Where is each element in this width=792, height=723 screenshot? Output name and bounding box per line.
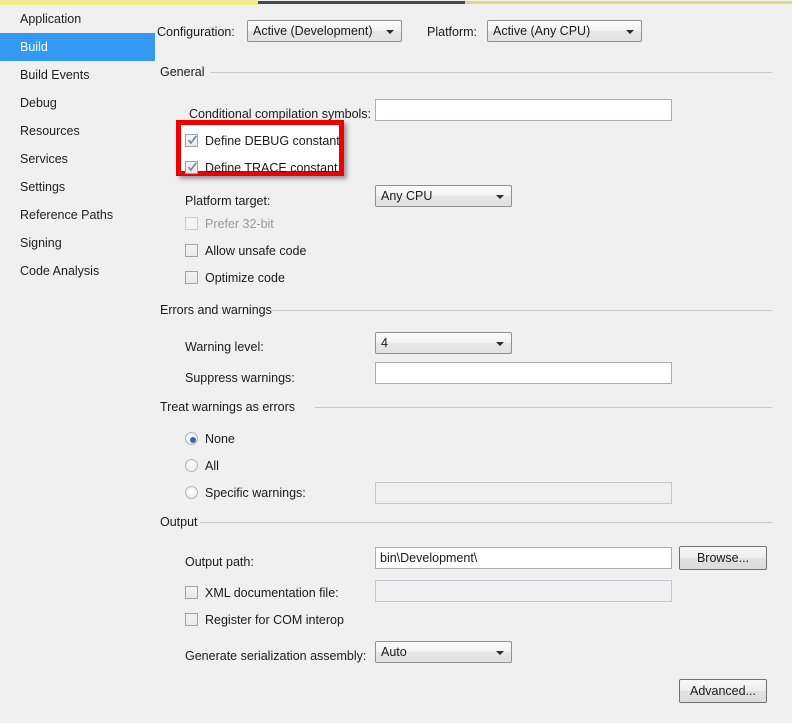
sidebar-item-label: Build Events bbox=[20, 68, 90, 82]
errors-warnings-group-title: Errors and warnings bbox=[160, 303, 279, 317]
sidebar-item-reference-paths[interactable]: Reference Paths bbox=[0, 201, 155, 229]
group-divider bbox=[210, 72, 772, 73]
platform-target-label: Platform target: bbox=[185, 194, 271, 208]
sidebar-item-build-events[interactable]: Build Events bbox=[0, 61, 155, 89]
sidebar-item-label: Settings bbox=[20, 180, 66, 194]
accent-strip-right bbox=[465, 1, 792, 4]
checkbox-box bbox=[185, 161, 198, 174]
checkbox-box bbox=[185, 244, 198, 257]
platform-select[interactable]: Active (Any CPU) bbox=[487, 20, 642, 42]
sidebar-item-debug[interactable]: Debug bbox=[0, 89, 155, 117]
chevron-down-icon bbox=[496, 651, 504, 655]
checkbox-box bbox=[185, 613, 198, 626]
radio-selected-dot bbox=[189, 436, 196, 443]
sidebar-item-application[interactable]: Application bbox=[0, 5, 155, 33]
warning-level-label: Warning level: bbox=[185, 340, 264, 354]
platform-label: Platform: bbox=[427, 25, 478, 39]
treat-warnings-group-title: Treat warnings as errors bbox=[160, 400, 302, 414]
sidebar-item-resources[interactable]: Resources bbox=[0, 117, 155, 145]
output-path-input[interactable]: bin\Development\ bbox=[375, 547, 672, 569]
allow-unsafe-code-label: Allow unsafe code bbox=[205, 244, 307, 258]
specific-warnings-input bbox=[375, 482, 672, 504]
serialization-assembly-value: Auto bbox=[381, 645, 407, 659]
prefer-32bit-label: Prefer 32-bit bbox=[205, 217, 274, 231]
checkbox-box bbox=[185, 271, 198, 284]
serialization-assembly-select[interactable]: Auto bbox=[375, 641, 512, 663]
optimize-code-label: Optimize code bbox=[205, 271, 285, 285]
chevron-down-icon bbox=[496, 195, 504, 199]
sidebar-item-label: Build bbox=[20, 40, 48, 54]
sidebar-item-signing[interactable]: Signing bbox=[0, 229, 155, 257]
register-com-interop-label: Register for COM interop bbox=[205, 613, 344, 627]
radio-circle bbox=[185, 486, 198, 499]
conditional-symbols-input[interactable] bbox=[375, 99, 672, 121]
accent-strip-dark bbox=[258, 1, 465, 4]
general-group-title: General bbox=[160, 65, 212, 79]
sidebar-item-label: Resources bbox=[20, 124, 80, 138]
output-group-header: Output bbox=[155, 515, 772, 529]
sidebar-item-label: Signing bbox=[20, 236, 62, 250]
treat-warnings-group-header: Treat warnings as errors bbox=[155, 400, 772, 414]
sidebar-item-label: Reference Paths bbox=[20, 208, 114, 222]
output-path-label: Output path: bbox=[185, 555, 254, 569]
general-group-header: General bbox=[155, 65, 772, 79]
group-divider bbox=[270, 310, 772, 311]
platform-select-value: Active (Any CPU) bbox=[493, 24, 591, 38]
configuration-label: Configuration: bbox=[157, 25, 235, 39]
build-settings-panel: Configuration: Active (Development) Plat… bbox=[155, 5, 792, 723]
checkbox-box bbox=[185, 134, 198, 147]
warning-level-select[interactable]: 4 bbox=[375, 332, 512, 354]
configuration-row: Configuration: Active (Development) Plat… bbox=[155, 20, 775, 44]
warning-level-value: 4 bbox=[381, 336, 388, 350]
treat-warnings-specific-label: Specific warnings: bbox=[205, 486, 306, 500]
chevron-down-icon bbox=[626, 30, 634, 34]
treat-warnings-none-label: None bbox=[205, 432, 235, 446]
checkmark-icon bbox=[188, 135, 197, 145]
configuration-select[interactable]: Active (Development) bbox=[247, 20, 402, 42]
output-group-title: Output bbox=[160, 515, 205, 529]
suppress-warnings-input[interactable] bbox=[375, 362, 672, 384]
checkbox-box bbox=[185, 217, 198, 230]
treat-warnings-all-label: All bbox=[205, 459, 219, 473]
suppress-warnings-label: Suppress warnings: bbox=[185, 371, 295, 385]
chevron-down-icon bbox=[386, 30, 394, 34]
xml-documentation-input bbox=[375, 580, 672, 602]
define-debug-label: Define DEBUG constant bbox=[205, 134, 340, 148]
group-divider bbox=[315, 407, 772, 408]
sidebar-item-label: Application bbox=[20, 12, 82, 26]
xml-documentation-label: XML documentation file: bbox=[205, 586, 339, 600]
properties-sidebar: Application Build Build Events Debug Res… bbox=[0, 5, 166, 723]
chevron-down-icon bbox=[496, 342, 504, 346]
radio-circle bbox=[185, 432, 198, 445]
configuration-select-value: Active (Development) bbox=[253, 24, 373, 38]
serialization-assembly-label: Generate serialization assembly: bbox=[185, 649, 367, 663]
platform-target-value: Any CPU bbox=[381, 189, 433, 203]
sidebar-item-build[interactable]: Build bbox=[0, 33, 166, 61]
sidebar-item-settings[interactable]: Settings bbox=[0, 173, 155, 201]
platform-target-select[interactable]: Any CPU bbox=[375, 185, 512, 207]
define-trace-label: Define TRACE constant bbox=[205, 161, 338, 175]
errors-warnings-group-header: Errors and warnings bbox=[155, 303, 772, 317]
sidebar-item-label: Services bbox=[20, 152, 68, 166]
sidebar-item-label: Debug bbox=[20, 96, 57, 110]
output-path-value: bin\Development\ bbox=[380, 551, 478, 565]
sidebar-item-code-analysis[interactable]: Code Analysis bbox=[0, 257, 155, 285]
checkbox-box bbox=[185, 586, 198, 599]
checkmark-icon bbox=[188, 162, 197, 172]
advanced-button[interactable]: Advanced... bbox=[679, 679, 767, 703]
browse-button[interactable]: Browse... bbox=[679, 546, 767, 570]
sidebar-item-label: Code Analysis bbox=[20, 264, 100, 278]
sidebar-item-services[interactable]: Services bbox=[0, 145, 155, 173]
group-divider bbox=[200, 522, 772, 523]
radio-circle bbox=[185, 459, 198, 472]
